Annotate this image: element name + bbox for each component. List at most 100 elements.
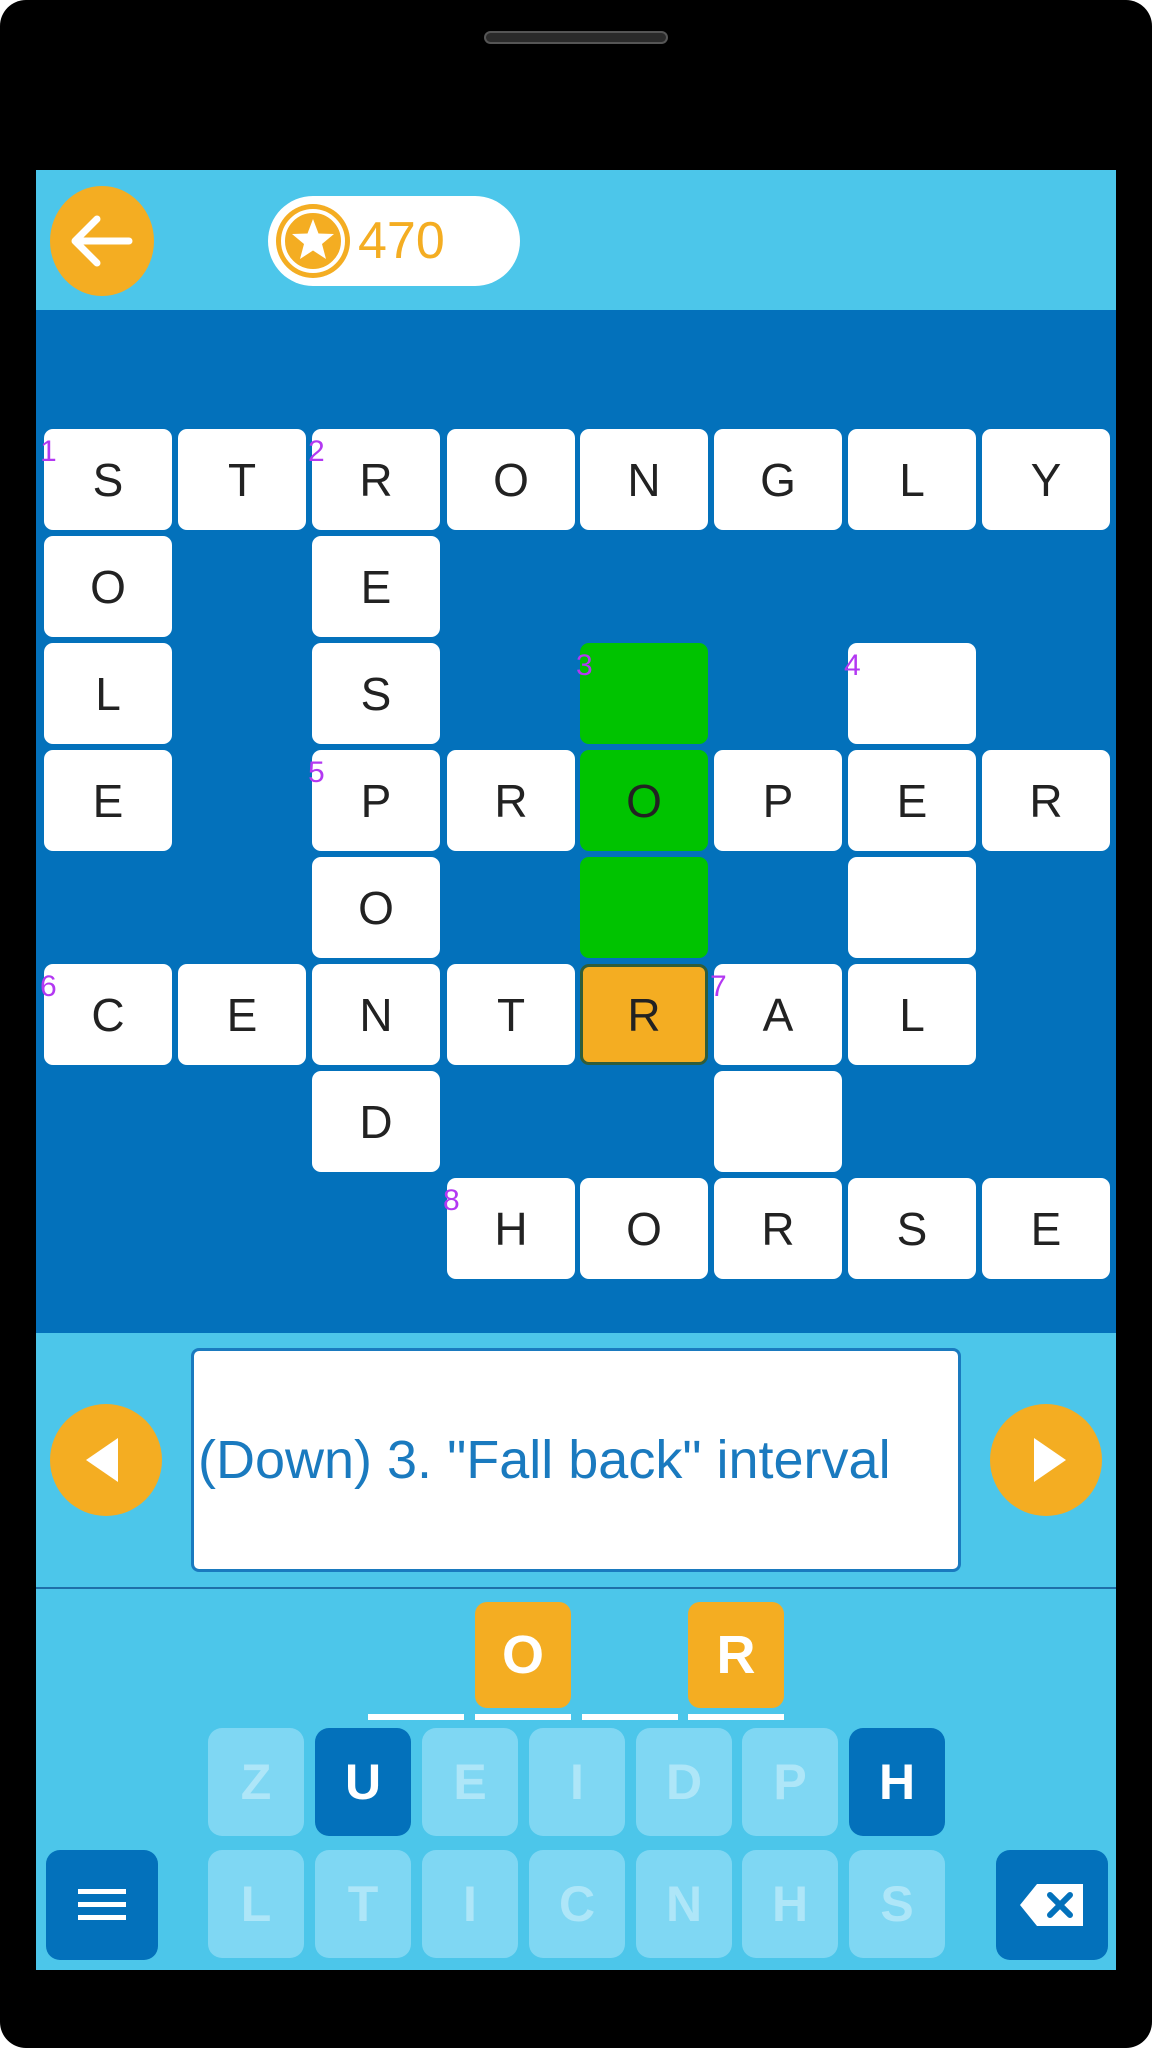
cell-letter: N	[627, 453, 661, 506]
grid-cell[interactable]: O	[312, 857, 440, 958]
grid-cell[interactable]	[848, 857, 976, 958]
grid-cell[interactable]: P	[714, 750, 842, 851]
grid-cell[interactable]	[580, 857, 708, 958]
letter-key[interactable]: T	[315, 1850, 411, 1958]
phone-frame: 470 S1TR2ONGLYOELS34EP5ROPEROC6ENTRA7LDH…	[0, 0, 1152, 2048]
grid-cell[interactable]: E	[848, 750, 976, 851]
cell-letter: R	[761, 1202, 795, 1255]
grid-cell[interactable]: R	[714, 1178, 842, 1279]
cell-letter: P	[762, 774, 794, 827]
letter-key[interactable]: N	[636, 1850, 732, 1958]
cell-letter: E	[1030, 1202, 1062, 1255]
star-coin-icon	[276, 204, 350, 278]
grid-cell[interactable]: T	[447, 964, 575, 1065]
grid-cell[interactable]: Y	[982, 429, 1110, 530]
answer-slot[interactable]: O	[475, 1602, 571, 1720]
cell-letter: L	[95, 667, 121, 720]
cell-letter: O	[358, 881, 394, 934]
grid-cell[interactable]: R	[982, 750, 1110, 851]
letter-key[interactable]: H	[849, 1728, 945, 1836]
grid-cell[interactable]	[580, 643, 708, 744]
answer-slot[interactable]	[582, 1602, 678, 1720]
letter-key[interactable]: I	[422, 1850, 518, 1958]
cell-letter: T	[496, 988, 526, 1041]
cell-letter: P	[360, 774, 392, 827]
grid-cell[interactable]: L	[44, 643, 172, 744]
grid-cell[interactable]: S	[44, 429, 172, 530]
letter-key[interactable]: L	[208, 1850, 304, 1958]
cell-letter: S	[92, 453, 124, 506]
cell-letter: Y	[1030, 453, 1062, 506]
grid-cell[interactable]: L	[848, 964, 976, 1065]
clue-number: 5	[308, 756, 325, 789]
grid-cell[interactable]: R	[312, 429, 440, 530]
clue-number: 8	[443, 1184, 460, 1217]
answer-slot-underline	[582, 1714, 678, 1720]
grid-cell[interactable]: N	[312, 964, 440, 1065]
cell-letter: O	[626, 774, 662, 827]
cell-letter: D	[359, 1095, 393, 1148]
delete-letter-button[interactable]	[996, 1850, 1108, 1960]
grid-cell[interactable]: O	[580, 750, 708, 851]
letter-key[interactable]: I	[529, 1728, 625, 1836]
cell-letter: O	[626, 1202, 662, 1255]
cell-letter: E	[896, 774, 928, 827]
answer-letter-tile[interactable]: O	[475, 1602, 571, 1708]
answer-slot[interactable]: R	[688, 1602, 784, 1720]
grid-cell[interactable]: S	[848, 1178, 976, 1279]
clue-number: 7	[710, 970, 727, 1003]
grid-cell[interactable]: E	[312, 536, 440, 637]
grid-cell[interactable]: P	[312, 750, 440, 851]
grid-cell[interactable]	[848, 643, 976, 744]
grid-cell[interactable]: E	[982, 1178, 1110, 1279]
cell-letter: G	[760, 453, 796, 506]
coin-count: 470	[358, 212, 445, 270]
grid-cell[interactable]: R	[447, 750, 575, 851]
answer-slot-underline	[368, 1714, 464, 1720]
answer-slot-underline	[688, 1714, 784, 1720]
grid-cell[interactable]: G	[714, 429, 842, 530]
letter-key[interactable]: U	[315, 1728, 411, 1836]
grid-cell[interactable]	[714, 1071, 842, 1172]
letter-key[interactable]: D	[636, 1728, 732, 1836]
grid-cell[interactable]: S	[312, 643, 440, 744]
triangle-left-icon	[86, 1438, 118, 1482]
letter-key[interactable]: P	[742, 1728, 838, 1836]
grid-cell[interactable]: E	[44, 750, 172, 851]
grid-cell[interactable]: N	[580, 429, 708, 530]
clue-number: 3	[576, 649, 593, 682]
letter-key[interactable]: H	[742, 1850, 838, 1958]
next-clue-button[interactable]	[990, 1404, 1102, 1516]
back-button[interactable]	[50, 186, 154, 296]
grid-cell[interactable]: O	[447, 429, 575, 530]
grid-cell[interactable]: C	[44, 964, 172, 1065]
letter-key[interactable]: Z	[208, 1728, 304, 1836]
coin-counter: 470	[268, 196, 520, 286]
grid-cell[interactable]: D	[312, 1071, 440, 1172]
divider	[36, 1587, 1116, 1589]
cell-letter: R	[1029, 774, 1063, 827]
clue-panel: (Down) 3. "Fall back" interval	[191, 1348, 961, 1572]
letter-key[interactable]: S	[849, 1850, 945, 1958]
arrow-left-icon	[71, 215, 133, 267]
grid-cell[interactable]: E	[178, 964, 306, 1065]
cell-letter: R	[627, 988, 661, 1041]
answer-slot[interactable]	[368, 1602, 464, 1720]
grid-cell[interactable]: A	[714, 964, 842, 1065]
grid-cell[interactable]: R	[580, 964, 708, 1065]
game-screen: 470 S1TR2ONGLYOELS34EP5ROPEROC6ENTRA7LDH…	[36, 170, 1116, 1970]
cell-letter: R	[359, 453, 393, 506]
grid-cell[interactable]: T	[178, 429, 306, 530]
grid-cell[interactable]: O	[44, 536, 172, 637]
grid-cell[interactable]: O	[580, 1178, 708, 1279]
menu-button[interactable]	[46, 1850, 158, 1960]
previous-clue-button[interactable]	[50, 1404, 162, 1516]
triangle-right-icon	[1034, 1438, 1066, 1482]
answer-letter-tile[interactable]: R	[688, 1602, 784, 1708]
clue-number: 4	[844, 649, 861, 682]
letter-key[interactable]: E	[422, 1728, 518, 1836]
cell-letter: R	[494, 774, 528, 827]
grid-cell[interactable]: L	[848, 429, 976, 530]
letter-key[interactable]: C	[529, 1850, 625, 1958]
grid-cell[interactable]: H	[447, 1178, 575, 1279]
